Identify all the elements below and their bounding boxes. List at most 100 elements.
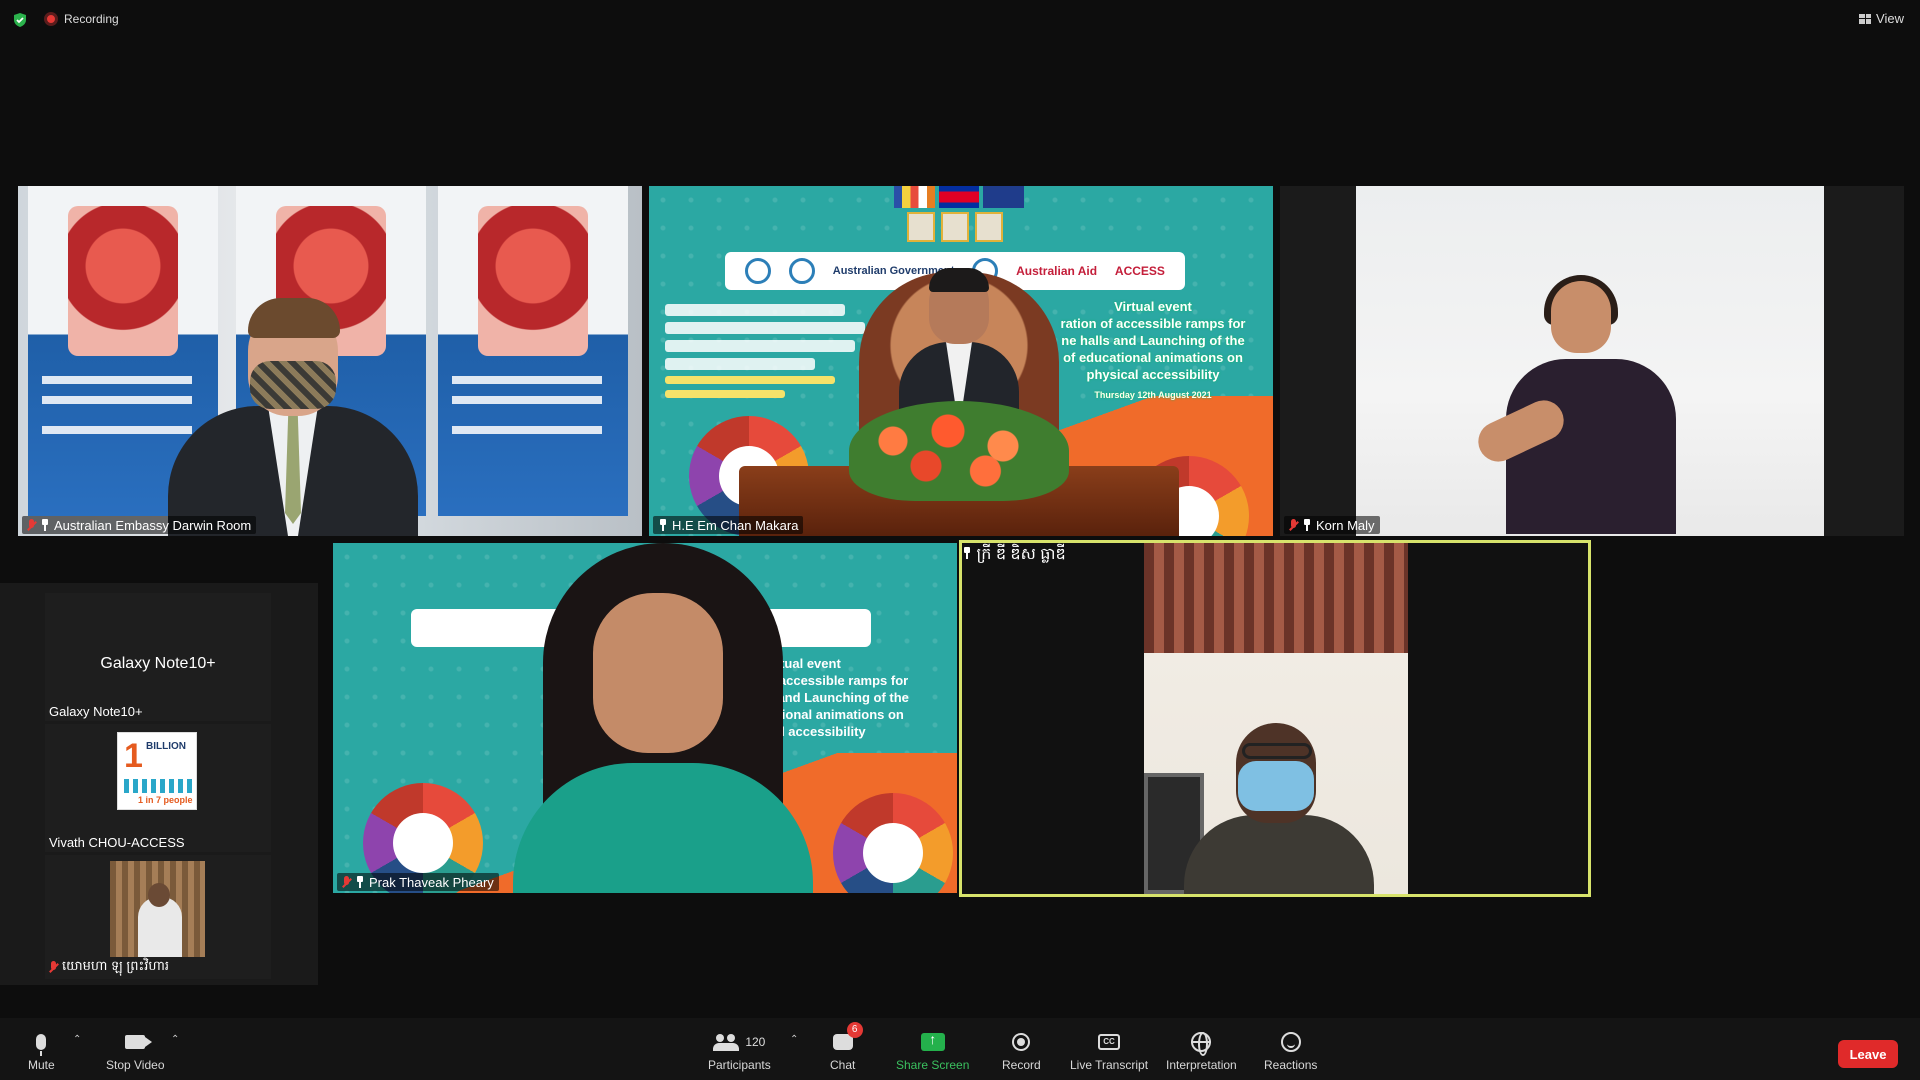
live-transcript-label: Live Transcript <box>1070 1058 1149 1072</box>
participant-name: Prak Thaveak Pheary <box>369 874 494 890</box>
leave-button[interactable]: Leave <box>1838 1040 1898 1068</box>
flags-graphic <box>894 186 1025 208</box>
chat-button[interactable]: 6 Chat <box>830 1022 863 1072</box>
event-line: ls and Launching of the <box>763 690 909 705</box>
participants-options-caret-icon[interactable]: ⌃ <box>790 1034 798 1045</box>
recording-indicator[interactable]: Recording <box>44 12 119 26</box>
event-line: of accessible ramps for <box>763 673 909 688</box>
recording-label: Recording <box>64 12 119 26</box>
event-line: ration of accessible ramps for <box>1060 316 1246 331</box>
grid-view-icon <box>1859 13 1872 24</box>
mic-muted-icon <box>27 518 36 532</box>
share-screen-button[interactable]: Share Screen <box>896 1030 969 1072</box>
participant-video <box>1144 543 1408 894</box>
event-banner-text: Virtual event ration of accessible ramps… <box>1033 298 1273 404</box>
record-button[interactable]: Record <box>1002 1030 1041 1072</box>
participant-name-tag: H.E Em Chan Makara <box>653 516 804 534</box>
record-label: Record <box>1002 1058 1041 1072</box>
recording-dot-icon <box>44 12 58 26</box>
pin-icon <box>1302 519 1312 531</box>
participant-name: Vivath CHOU-ACCESS <box>49 835 185 850</box>
mute-button[interactable]: Mute <box>28 1030 55 1072</box>
reactions-label: Reactions <box>1264 1058 1318 1072</box>
participant-name: Australian Embassy Darwin Room <box>54 517 252 533</box>
reactions-button[interactable]: Reactions <box>1264 1030 1317 1072</box>
meeting-controls-toolbar: Mute ⌃ Stop Video ⌃ 120 Participants ⌃ 6… <box>0 1018 1920 1080</box>
interpretation-button[interactable]: Interpretation <box>1166 1030 1237 1072</box>
video-tile-woman[interactable]: Virtual event of accessible ramps for ls… <box>333 543 957 893</box>
view-button[interactable]: View <box>1859 11 1904 26</box>
pin-icon <box>355 876 365 888</box>
participant-name: Galaxy Note10+ <box>49 704 143 719</box>
smiley-icon <box>1280 1032 1301 1052</box>
top-bar: Recording View <box>0 0 1920 40</box>
portraits-graphic <box>907 212 1003 242</box>
participants-button[interactable]: 120 Participants <box>708 1030 771 1072</box>
mute-label: Mute <box>28 1058 55 1072</box>
interpretation-label: Interpretation <box>1166 1058 1237 1072</box>
closed-caption-icon: CC <box>1098 1034 1121 1050</box>
pin-icon <box>962 547 972 559</box>
logo-australian-aid: Australian Aid <box>1016 264 1098 278</box>
pin-icon <box>40 519 50 531</box>
video-tile-minister[interactable]: Australian Government Australian Aid ACC… <box>649 186 1273 536</box>
poster-thumbnail: 1 BILLION 1 in 7 people <box>117 732 197 810</box>
mic-muted-icon <box>342 875 351 889</box>
globe-icon <box>1191 1032 1212 1056</box>
mic-muted-icon <box>1289 518 1298 532</box>
strip-tile-galaxy[interactable]: Galaxy Note10+ Galaxy Note10+ <box>45 593 271 721</box>
participant-video <box>110 861 205 957</box>
people-icons <box>124 779 192 793</box>
stop-video-button[interactable]: Stop Video <box>106 1030 165 1072</box>
participant-name-tag: Vivath CHOU-ACCESS <box>49 835 185 850</box>
camera-off-name: Galaxy Note10+ <box>100 655 216 672</box>
microphone-icon <box>36 1034 47 1056</box>
logo-access: ACCESS <box>1114 264 1165 278</box>
mute-options-caret-icon[interactable]: ⌃ <box>73 1034 81 1045</box>
participant-name: ក្រី ឌី ឌិស ធ្លាឌី <box>976 546 1066 563</box>
khmer-title-text <box>665 298 875 404</box>
event-line: cational animations on <box>763 707 904 722</box>
video-tile-interpreter[interactable]: Korn Maly <box>1280 186 1904 536</box>
video-tile-active-speaker[interactable]: ក្រី ឌី ឌិស ធ្លាឌី <box>959 540 1591 897</box>
participant-name-tag: Korn Maly <box>1284 516 1380 534</box>
banner-graphic <box>438 186 628 516</box>
strip-tile-vivath[interactable]: 1 BILLION 1 in 7 people Vivath CHOU-ACCE… <box>45 724 271 852</box>
event-line: of educational animations on <box>1063 350 1243 365</box>
flowers-graphic <box>849 401 1069 501</box>
participant-name-tag: Australian Embassy Darwin Room <box>22 516 257 534</box>
signer-figure <box>1471 275 1726 536</box>
event-title: Virtual event <box>763 656 841 671</box>
event-line: ne halls and Launching of the <box>1061 333 1245 348</box>
stop-video-label: Stop Video <box>106 1058 165 1072</box>
event-line: ical accessibility <box>763 724 866 739</box>
video-camera-icon <box>125 1035 153 1049</box>
participant-video <box>168 298 418 536</box>
video-options-caret-icon[interactable]: ⌃ <box>171 1034 179 1045</box>
share-screen-label: Share Screen <box>896 1058 970 1072</box>
event-title: Virtual event <box>1114 299 1192 314</box>
strip-tile-monk[interactable]: យោមហា ឡុ ព្រះវិហារ <box>45 855 271 979</box>
participants-icon <box>713 1034 740 1051</box>
participant-filmstrip[interactable]: Galaxy Note10+ Galaxy Note10+ 1 BILLION … <box>0 583 318 985</box>
pin-icon <box>658 519 668 531</box>
participants-label: Participants <box>708 1058 771 1072</box>
participant-name-tag: Prak Thaveak Pheary <box>337 873 499 891</box>
participant-face <box>593 593 723 753</box>
event-date: Thursday 12th August 2021 <box>1094 390 1212 400</box>
chat-unread-badge: 6 <box>846 1022 863 1038</box>
record-icon <box>1012 1033 1031 1051</box>
participant-name: Korn Maly <box>1316 517 1375 533</box>
shield-icon[interactable] <box>12 12 28 28</box>
chat-label: Chat <box>830 1058 856 1072</box>
event-banner-text: Virtual event of accessible ramps for ls… <box>763 655 943 740</box>
view-label: View <box>1876 11 1904 26</box>
share-screen-icon <box>920 1031 945 1051</box>
mic-muted-icon <box>49 961 58 974</box>
live-transcript-button[interactable]: CC Live Transcript <box>1070 1030 1148 1072</box>
video-tile-embassy[interactable]: Australian Embassy Darwin Room <box>18 186 642 536</box>
participant-name: H.E Em Chan Makara <box>672 517 799 533</box>
poster-number: 1 <box>124 737 143 775</box>
event-line: physical accessibility <box>1086 367 1220 382</box>
poster-word: BILLION <box>146 741 186 752</box>
